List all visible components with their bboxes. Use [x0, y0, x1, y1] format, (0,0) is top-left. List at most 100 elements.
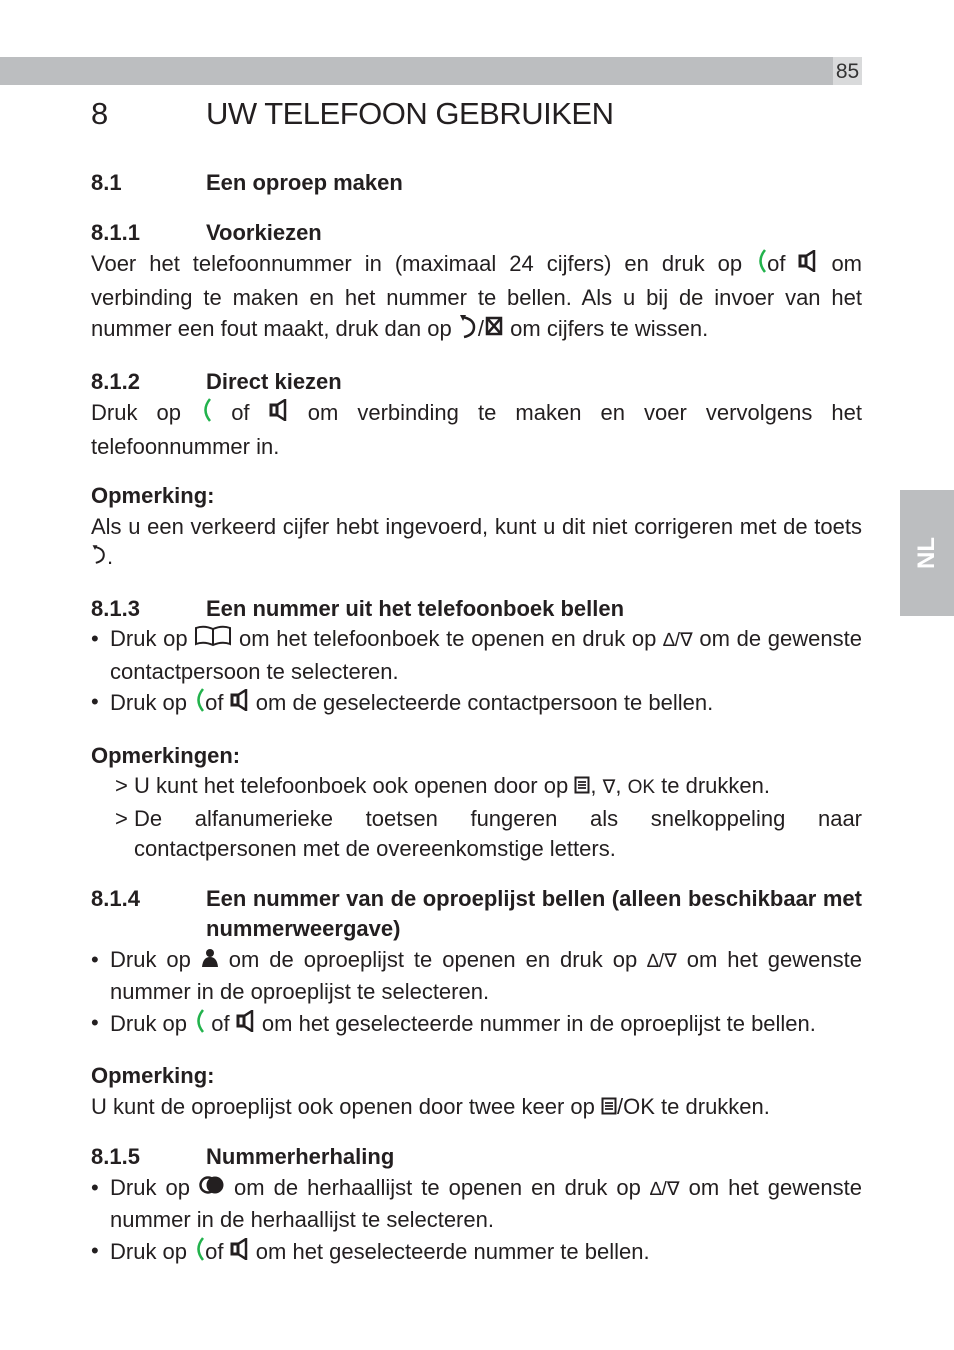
text: om het geselecteerde nummer in de oproep…: [261, 1010, 816, 1036]
note-heading: Opmerking:: [91, 481, 862, 512]
up-down-arrows-icon: ∆/∇: [649, 1178, 680, 1200]
text: Druk op: [110, 1174, 190, 1200]
bullet: •: [91, 689, 99, 715]
back-icon: [458, 313, 478, 348]
section-title: Voorkiezen: [206, 219, 322, 245]
section-heading-8-1: 8.1 Een oproep maken: [91, 168, 862, 199]
text: Druk op: [110, 690, 188, 716]
list-item: • Druk op om de oproeplijst te openen en…: [91, 945, 862, 1008]
text: of: [205, 1238, 224, 1264]
text: Druk op: [91, 400, 181, 426]
text: om het geselecteerde nummer te bellen.: [255, 1238, 650, 1264]
page-number: 85: [833, 57, 862, 85]
speaker-icon: [236, 1008, 256, 1041]
text: of: [211, 1010, 230, 1036]
text: Druk op: [110, 1010, 188, 1036]
text: ,: [615, 773, 622, 799]
redial-icon: [199, 1173, 225, 1204]
section-number: 8.1: [91, 170, 122, 195]
arrow-marker: >: [115, 773, 128, 799]
up-down-arrows-icon: ∆/∇: [663, 630, 693, 652]
header-bar: [0, 57, 833, 85]
text: Voer het telefoonnummer in (maximaal 24 …: [91, 251, 743, 277]
notes-title: Opmerkingen:: [91, 742, 241, 768]
call-icon: [755, 248, 767, 283]
section-heading-8-1-2: 8.1.2 Direct kiezen: [91, 367, 862, 398]
arrow-marker: >: [115, 805, 128, 831]
call-icon: [193, 1236, 205, 1271]
paragraph-voorkiezen: Voer het telefoonnummer in (maximaal 24 …: [91, 248, 862, 348]
note-item: > De alfanumerieke toetsen fungeren als …: [91, 804, 862, 865]
ok-key-label: OK: [627, 777, 656, 799]
section-number: 8.1.1: [91, 219, 140, 245]
section-title: Een oproep maken: [206, 170, 403, 195]
note-heading: Opmerking:: [91, 1061, 862, 1092]
note-paragraph: U kunt de oproeplijst ook openen door tw…: [91, 1092, 862, 1123]
section-heading-8-1-1: 8.1.1 Voorkiezen: [91, 218, 862, 249]
text: om cijfers te wissen.: [510, 316, 709, 342]
text: Druk op: [110, 626, 188, 652]
text: De alfanumerieke toetsen fungeren als sn…: [134, 805, 862, 862]
menu-icon: [574, 772, 590, 803]
list-item: • Druk op of om de geselecteerde contact…: [91, 687, 862, 722]
list-item: • Druk op om het telefoonboek te openen …: [91, 624, 862, 687]
text: U kunt de oproeplijst ook openen door tw…: [91, 1093, 595, 1119]
section-heading-8-1-3: 8.1.3 Een nummer uit het telefoonboek be…: [91, 594, 862, 625]
phonebook-icon: [194, 624, 232, 657]
text: Als u een verkeerd cijfer hebt ingevoerd…: [91, 513, 862, 539]
section-heading-8-1-4: 8.1.4 Een nummer van de oproeplijst bell…: [91, 884, 862, 945]
bullet: •: [91, 1237, 99, 1263]
bullet: •: [91, 626, 99, 651]
text: of: [767, 251, 786, 277]
page-content: 8.1 Een oproep maken 8.1.1 Voorkiezen Vo…: [91, 168, 862, 1270]
speaker-icon: [230, 1236, 250, 1269]
text: of: [231, 400, 250, 426]
text: te drukken.: [661, 773, 770, 799]
chapter-number: 8: [91, 96, 108, 131]
section-number: 8.1.3: [91, 595, 140, 621]
chapter-title: UW TELEFOON GEBRUIKEN: [206, 96, 614, 131]
language-label: NL: [913, 537, 940, 569]
call-icon: [200, 397, 212, 432]
bullet: •: [91, 946, 99, 972]
list-item: • Druk op of om het geselecteerde nummer…: [91, 1236, 862, 1271]
speaker-icon: [230, 687, 250, 720]
text: ,: [590, 773, 597, 799]
text: Druk op: [110, 946, 191, 972]
ok-key-label: /OK: [617, 1093, 655, 1119]
text: of: [205, 690, 224, 716]
section-title: Een nummer uit het telefoonboek bellen: [206, 595, 625, 621]
speaker-icon: [269, 397, 289, 430]
text: Druk op: [110, 1238, 188, 1264]
section-number: 8.1.4: [91, 885, 140, 911]
text: U kunt het telefoonboek ook openen door …: [134, 773, 569, 799]
up-down-arrows-icon: ∆/∇: [647, 950, 677, 972]
note-title: Opmerking:: [91, 483, 215, 508]
note-paragraph: Als u een verkeerd cijfer hebt ingevoerd…: [91, 512, 862, 575]
bullet: •: [91, 1174, 99, 1200]
text: om de geselecteerde contactpersoon te be…: [255, 690, 714, 716]
note-item: > U kunt het telefoonboek ook openen doo…: [91, 771, 862, 804]
section-title: Nummerherhaling: [206, 1144, 395, 1169]
language-tab: NL: [900, 490, 954, 616]
call-icon: [193, 687, 205, 722]
text: om het telefoonboek te openen en druk op: [238, 626, 657, 652]
down-arrow-icon: ∇: [602, 777, 616, 799]
bullet: •: [91, 1009, 99, 1035]
section-number: 8.1.5: [91, 1144, 140, 1169]
person-icon: [201, 946, 219, 977]
delete-icon: [484, 315, 504, 346]
text: om de oproeplijst te openen en druk op: [228, 946, 638, 972]
speaker-icon: [798, 248, 818, 281]
text: .: [107, 544, 114, 570]
section-number: 8.1.2: [91, 368, 140, 394]
section-title: Een nummer van de oproeplijst bellen (al…: [206, 885, 862, 942]
paragraph-direct-kiezen: Druk op of om verbinding te maken en voe…: [91, 397, 862, 462]
text: om de herhaallijst te openen en druk op: [234, 1174, 641, 1200]
list-item: • Druk op of om het geselecteerde nummer…: [91, 1008, 862, 1043]
list-item: • Druk op om de herhaallijst te openen e…: [91, 1173, 862, 1236]
notes-heading: Opmerkingen:: [91, 741, 862, 772]
note-title: Opmerking:: [91, 1063, 215, 1089]
section-title: Direct kiezen: [206, 368, 342, 394]
back-icon: [91, 542, 107, 575]
